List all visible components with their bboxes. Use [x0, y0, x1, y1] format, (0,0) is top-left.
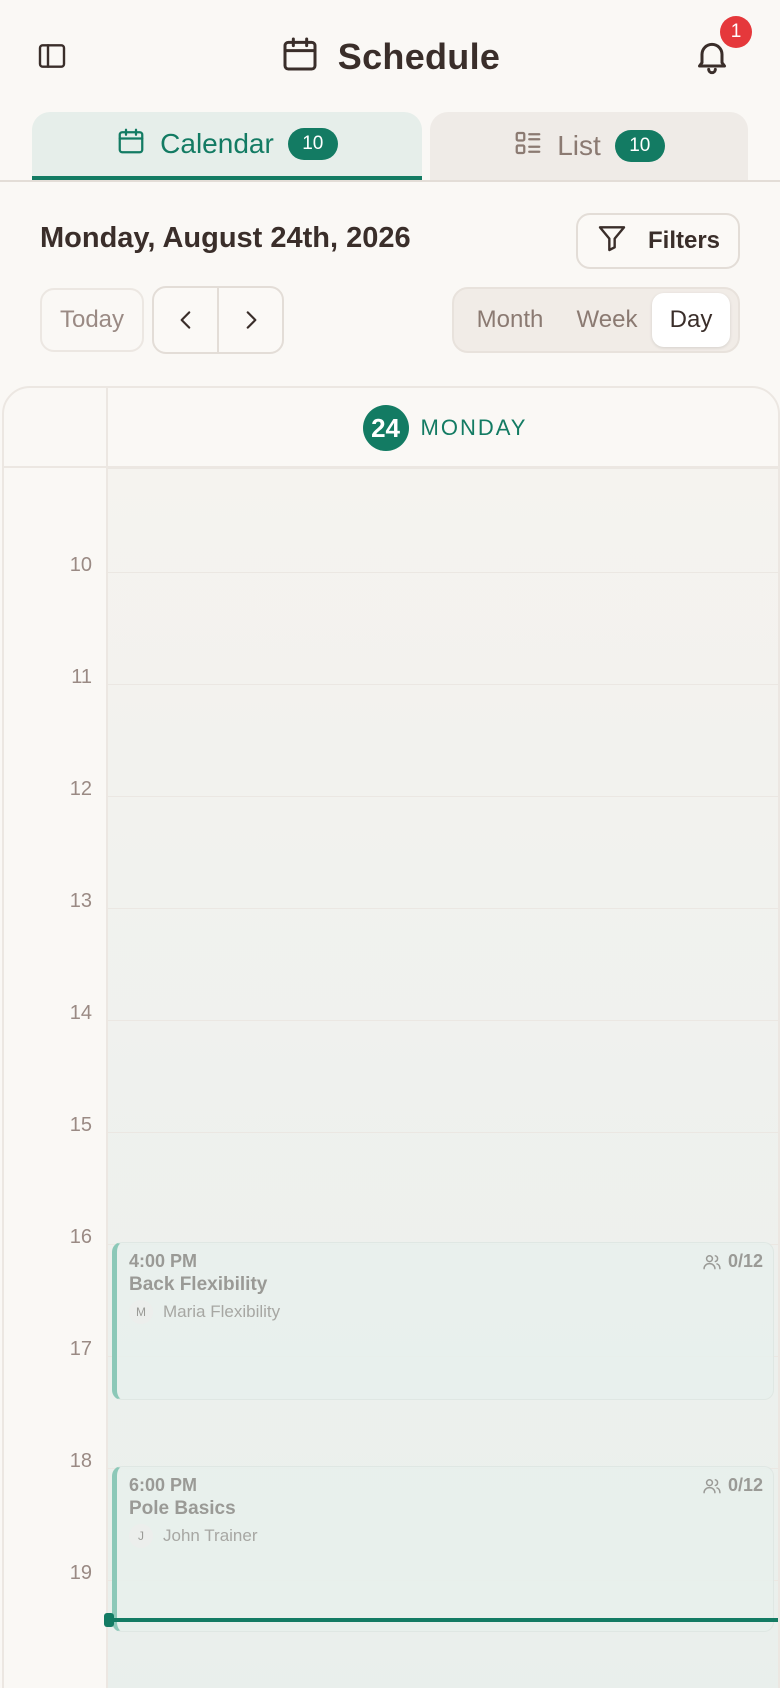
- event-time: 4:00 PM: [129, 1251, 198, 1271]
- schedule-page: Schedule 1 Calendar 10 List 10 Monday, A…: [0, 0, 780, 1688]
- hour-gridline: [108, 468, 778, 469]
- event-capacity: 0/12: [702, 1251, 763, 1272]
- hour-label: 09: [70, 468, 92, 473]
- app-header: Schedule 1: [0, 0, 780, 112]
- current-date: Monday, August 24th, 2026: [40, 222, 411, 254]
- hour-label: 15: [69, 1114, 92, 1136]
- notification-badge: 1: [720, 16, 752, 48]
- list-icon: [513, 128, 543, 165]
- view-week-button[interactable]: Week: [562, 293, 652, 347]
- event-title: Back Flexibility: [129, 1274, 268, 1295]
- today-button[interactable]: Today: [40, 288, 144, 352]
- calendar-icon: [116, 126, 146, 163]
- view-tabs: Calendar 10 List 10: [0, 112, 780, 182]
- users-icon: [703, 1254, 721, 1269]
- day-column-header[interactable]: 24 MONDAY: [108, 388, 778, 468]
- event-card[interactable]: 4:00 PM 0/12 Back Flexibility M Maria Fl…: [112, 1242, 774, 1400]
- calendar-day-header: 24 MONDAY: [4, 388, 778, 468]
- tab-calendar-count: 10: [287, 128, 338, 160]
- calendar-time-grid[interactable]: 09 10 11 12 13 14 15 16 17 18 19: [4, 468, 778, 1688]
- event-capacity-text: 0/12: [727, 1475, 763, 1495]
- event-capacity-text: 0/12: [727, 1251, 763, 1271]
- filters-label: Filters: [648, 227, 721, 254]
- current-time-indicator: [108, 1618, 778, 1622]
- tab-list[interactable]: List 10: [430, 112, 748, 180]
- event-title: Pole Basics: [129, 1498, 236, 1519]
- hour-label: 16: [69, 1226, 92, 1248]
- date-navigation: [152, 286, 284, 354]
- page-title: Schedule: [337, 35, 501, 77]
- hour-gridline: [108, 1020, 778, 1021]
- tab-calendar[interactable]: Calendar 10: [32, 112, 422, 180]
- avatar: J: [129, 1524, 153, 1548]
- event-trainer-name: Maria Flexibility: [163, 1302, 281, 1321]
- current-time-dot: [104, 1613, 114, 1627]
- hour-label: 12: [69, 778, 92, 800]
- time-gutter-header: [4, 388, 108, 468]
- hour-label: 19: [69, 1562, 92, 1584]
- hour-label: 11: [71, 666, 92, 688]
- hour-gridline: [108, 684, 778, 685]
- event-card[interactable]: 6:00 PM 0/12 Pole Basics J John Trainer: [112, 1466, 774, 1632]
- filters-button[interactable]: Filters: [576, 213, 740, 269]
- time-gutter: 09 10 11 12 13 14 15 16 17 18 19: [4, 468, 108, 1688]
- chevron-left-icon: [180, 311, 190, 329]
- event-trainer-name: John Trainer: [163, 1526, 258, 1545]
- tab-list-count: 10: [614, 130, 665, 162]
- event-trainer: J John Trainer: [129, 1524, 763, 1548]
- avatar: M: [129, 1300, 153, 1324]
- hour-label: 13: [69, 890, 92, 912]
- hour-label: 14: [69, 1002, 92, 1024]
- event-capacity: 0/12: [702, 1475, 763, 1496]
- day-calendar: 24 MONDAY 09 10 11 12 13 14 15 16 17 18 …: [2, 386, 780, 1688]
- users-icon: [703, 1478, 721, 1493]
- hour-label: 10: [69, 554, 92, 576]
- hour-label: 17: [69, 1338, 92, 1360]
- tab-list-label: List: [557, 130, 601, 161]
- event-time: 6:00 PM: [129, 1475, 198, 1495]
- hour-gridline: [108, 796, 778, 797]
- hour-gridline: [108, 572, 778, 573]
- view-month-button[interactable]: Month: [458, 293, 562, 347]
- hour-gridline: [108, 908, 778, 909]
- chevron-right-icon: [246, 311, 256, 329]
- hour-label: 18: [69, 1450, 92, 1472]
- page-title-group: Schedule: [0, 34, 780, 79]
- hour-gridline: [108, 1132, 778, 1133]
- day-name: MONDAY: [420, 415, 528, 440]
- calendar-icon: [280, 34, 320, 79]
- next-button[interactable]: [217, 288, 282, 352]
- day-column[interactable]: 4:00 PM 0/12 Back Flexibility M Maria Fl…: [108, 468, 778, 1688]
- previous-button[interactable]: [154, 288, 217, 352]
- filter-icon: [596, 222, 628, 261]
- event-trainer: M Maria Flexibility: [129, 1300, 763, 1324]
- view-switcher: Month Week Day: [452, 287, 740, 353]
- day-number: 24: [362, 405, 409, 451]
- view-day-button[interactable]: Day: [652, 293, 730, 347]
- tab-calendar-label: Calendar: [160, 128, 274, 159]
